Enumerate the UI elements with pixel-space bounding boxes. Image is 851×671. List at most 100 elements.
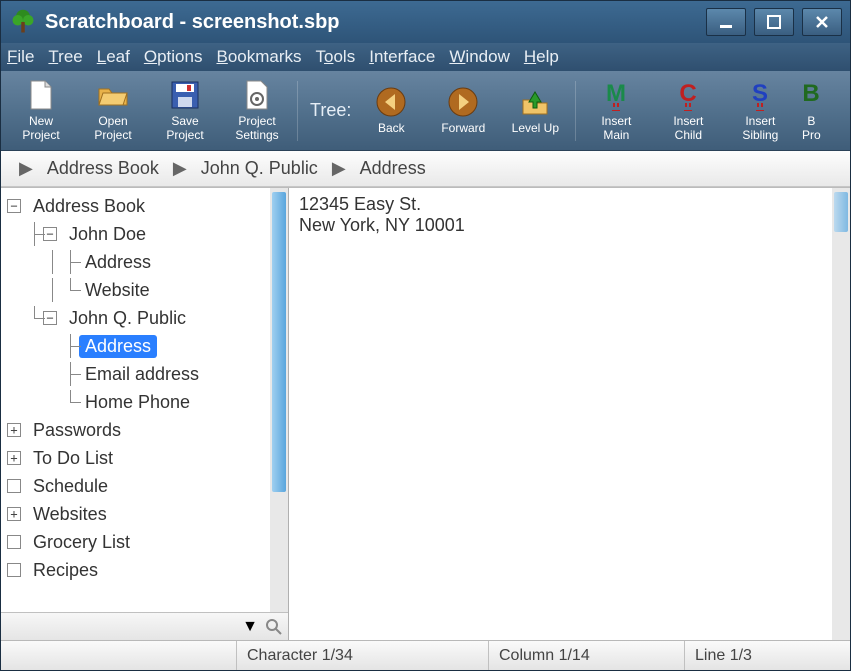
tree-pane: − Address Book − John Doe Address [1, 188, 289, 640]
toolbar-separator [575, 81, 576, 141]
app-tree-icon [9, 8, 37, 36]
letter-c-icon: C [672, 79, 704, 111]
svg-text:C: C [680, 80, 697, 107]
body: − Address Book − John Doe Address [1, 187, 850, 640]
tree-node-john-q-address[interactable]: Address [1, 332, 288, 360]
tree-scrollbar[interactable] [270, 188, 288, 612]
leaf-icon [7, 479, 21, 493]
tree-node-john-doe-address[interactable]: Address [1, 248, 288, 276]
menu-leaf[interactable]: Leaf [97, 47, 130, 67]
tree-node-address-book[interactable]: − Address Book [1, 192, 288, 220]
tree-node-websites[interactable]: +Websites [1, 500, 288, 528]
editor-scrollbar[interactable] [832, 188, 850, 640]
level-up-button[interactable]: Level Up [499, 75, 571, 147]
scrollbar-thumb[interactable] [272, 192, 286, 492]
tree-node-todo[interactable]: +To Do List [1, 444, 288, 472]
tree-node-john-q-phone[interactable]: Home Phone [1, 388, 288, 416]
leaf-icon [7, 535, 21, 549]
dropdown-icon[interactable]: ▼ [242, 618, 258, 636]
collapse-icon[interactable]: − [43, 311, 57, 325]
menu-help[interactable]: Help [524, 47, 559, 67]
tree-node-grocery[interactable]: Grocery List [1, 528, 288, 556]
menu-file[interactable]: File [7, 47, 34, 67]
save-project-button[interactable]: Save Project [149, 75, 221, 147]
expand-icon[interactable]: + [7, 451, 21, 465]
menu-tree[interactable]: Tree [48, 47, 82, 67]
chevron-right-icon[interactable]: ▶ [19, 158, 33, 179]
expand-icon[interactable]: + [7, 507, 21, 521]
tree-node-passwords[interactable]: +Passwords [1, 416, 288, 444]
menubar: File Tree Leaf Options Bookmarks Tools I… [1, 43, 850, 71]
breadcrumb: ▶ Address Book ▶ John Q. Public ▶ Addres… [1, 151, 850, 187]
statusbar: Character 1/34 Column 1/14 Line 1/3 [1, 640, 850, 670]
new-project-button[interactable]: New Project [5, 75, 77, 147]
menu-window[interactable]: Window [449, 47, 509, 67]
toolbar-label: New Project [22, 115, 59, 141]
menu-tools[interactable]: Tools [316, 47, 356, 67]
tree-label: Tree: [302, 100, 355, 121]
floppy-icon [169, 79, 201, 111]
search-icon[interactable] [266, 619, 282, 635]
back-arrow-icon [375, 86, 407, 118]
tree-node-john-doe[interactable]: − John Doe [1, 220, 288, 248]
breadcrumb-item[interactable]: John Q. Public [201, 158, 318, 179]
insert-sibling-button[interactable]: S Insert Sibling [724, 75, 796, 147]
tree-view[interactable]: − Address Book − John Doe Address [1, 188, 288, 612]
toolbar-label: Forward [441, 122, 485, 135]
status-column: Column 1/14 [489, 641, 685, 670]
chevron-right-icon[interactable]: ▶ [173, 158, 187, 179]
chevron-right-icon[interactable]: ▶ [332, 158, 346, 179]
back-button[interactable]: Back [355, 75, 427, 147]
breadcrumb-item[interactable]: Address Book [47, 158, 159, 179]
menu-interface[interactable]: Interface [369, 47, 435, 67]
forward-button[interactable]: Forward [427, 75, 499, 147]
truncated-button[interactable]: B B Pro [796, 75, 826, 147]
editor-line: New York, NY 10001 [299, 215, 840, 236]
status-line: Line 1/3 [685, 641, 850, 670]
maximize-button[interactable] [754, 8, 794, 36]
menu-bookmarks[interactable]: Bookmarks [216, 47, 301, 67]
tree-node-recipes[interactable]: Recipes [1, 556, 288, 584]
open-project-button[interactable]: Open Project [77, 75, 149, 147]
tree-node-john-q-public[interactable]: − John Q. Public [1, 304, 288, 332]
toolbar-label: Project Settings [235, 115, 278, 141]
expand-icon[interactable]: + [7, 423, 21, 437]
toolbar-label: Level Up [512, 122, 559, 135]
svg-text:M: M [606, 80, 626, 107]
level-up-icon [519, 86, 551, 118]
editor-pane[interactable]: 12345 Easy St. New York, NY 10001 [289, 188, 850, 640]
tree-node-schedule[interactable]: Schedule [1, 472, 288, 500]
toolbar-label: Save Project [166, 115, 203, 141]
toolbar-label: Insert Child [673, 115, 703, 141]
titlebar: Scratchboard - screenshot.sbp [1, 1, 850, 43]
close-button[interactable] [802, 8, 842, 36]
tree-node-john-q-email[interactable]: Email address [1, 360, 288, 388]
svg-text:S: S [752, 80, 768, 107]
toolbar-label: B Pro [802, 115, 821, 141]
collapse-icon[interactable]: − [43, 227, 57, 241]
toolbar: New Project Open Project Save Project Pr… [1, 71, 850, 151]
minimize-button[interactable] [706, 8, 746, 36]
collapse-icon[interactable]: − [7, 199, 21, 213]
window-controls [706, 8, 842, 36]
insert-main-button[interactable]: M Insert Main [580, 75, 652, 147]
new-file-icon [25, 79, 57, 111]
scrollbar-thumb[interactable] [834, 192, 848, 232]
svg-text:B: B [803, 80, 820, 107]
leaf-icon [7, 563, 21, 577]
menu-options[interactable]: Options [144, 47, 203, 67]
tree-toolbar: ▼ [1, 612, 288, 640]
letter-b-icon: B [796, 79, 826, 111]
settings-file-icon [241, 79, 273, 111]
letter-s-icon: S [744, 79, 776, 111]
editor-line: 12345 Easy St. [299, 194, 840, 215]
toolbar-label: Open Project [94, 115, 131, 141]
project-settings-button[interactable]: Project Settings [221, 75, 293, 147]
toolbar-label: Insert Main [601, 115, 631, 141]
breadcrumb-item[interactable]: Address [360, 158, 426, 179]
insert-child-button[interactable]: C Insert Child [652, 75, 724, 147]
letter-m-icon: M [600, 79, 632, 111]
toolbar-separator [297, 81, 298, 141]
tree-node-john-doe-website[interactable]: Website [1, 276, 288, 304]
window-title: Scratchboard - screenshot.sbp [45, 11, 706, 34]
